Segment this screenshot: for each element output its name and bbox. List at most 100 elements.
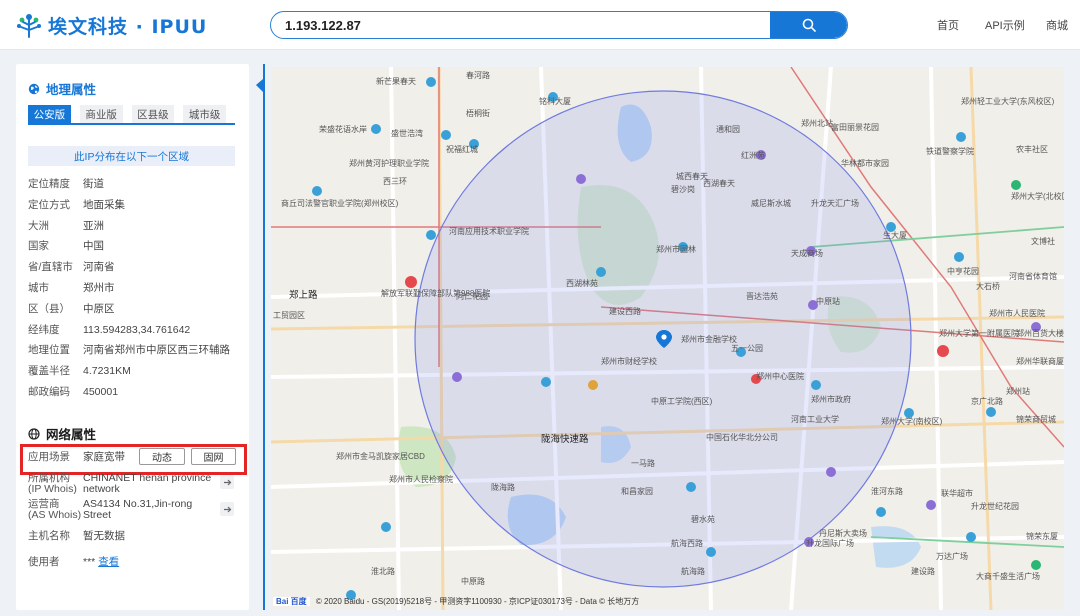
map-label: 荣盛花语水岸 (319, 125, 367, 134)
map-label: 盛世浩湾 (391, 129, 423, 138)
area-distribution-button[interactable]: 此IP分布在以下一个区域 (28, 146, 235, 166)
map-label: 建设西路 (609, 307, 641, 316)
map-label: 万达广场 (936, 552, 968, 561)
map-label: 锦荣东厦 (1026, 532, 1058, 541)
tab-police[interactable]: 公安版 (28, 105, 71, 123)
map-label: 大石桥 (976, 282, 1000, 291)
map-view[interactable]: 新芒果春天 春河路 铭科大厦 郑州北站 郑州轻工业大学(东风校区) 荣盛花语水岸 盛世浩湾 梧… (271, 67, 1064, 610)
nav-mall[interactable]: 商城 (1046, 17, 1068, 33)
geo-row-label: 覆盖半径 (28, 365, 70, 378)
map-label: 碧水苑 (691, 515, 715, 524)
map-label: 航海西路 (671, 539, 703, 548)
geo-row-label: 大洲 (28, 219, 49, 232)
top-bar: 埃文科技 · IPUU 首页 API示例 商城 (0, 0, 1080, 50)
geo-row-label: 邮政编码 (28, 386, 70, 398)
map-label: 郑州大学(南校区) (881, 417, 943, 426)
user-mask: *** (83, 556, 96, 568)
geo-row-label: 城市 (28, 282, 49, 294)
collapse-arrow-icon[interactable] (256, 79, 263, 92)
isp-expand-button[interactable] (220, 502, 234, 516)
map-label: 华林都市家园 (841, 159, 889, 168)
map-label: 陇海路 (491, 483, 515, 492)
host-label: 主机名称 (28, 530, 70, 542)
dynamic-chip[interactable]: 动态 (139, 448, 185, 465)
map-label: 郑州百货大楼 (1016, 329, 1064, 338)
globe-icon (28, 83, 40, 94)
map-label: 威尼斯水城 (751, 199, 791, 208)
geo-row-value: 中原区 (83, 302, 115, 315)
map-label: 大商千盛生活广场 (976, 572, 1040, 581)
map-label: 天成商场 (791, 249, 823, 258)
geo-row-label: 定位方式 (28, 198, 70, 211)
logo-tree-icon (14, 10, 44, 40)
map-label: 郑州市人民医院 (989, 309, 1045, 318)
geo-row-value: 郑州市 (83, 282, 115, 294)
ip-search-input[interactable] (285, 12, 765, 38)
map-label: 京广北路 (971, 397, 1003, 406)
map-label: 和昌家园 (621, 487, 653, 496)
geo-section-title: 地理属性 (28, 79, 96, 98)
map-label: 西湖林苑 (566, 279, 598, 288)
map-label: 建设路 (911, 567, 935, 576)
geo-row-value: 地面采集 (83, 198, 125, 211)
map-label: 中国石化华北分公司 (706, 433, 778, 442)
map-label: 郑州黄河护理职业学院 (349, 159, 429, 168)
map-label: 淮河东路 (871, 487, 903, 496)
view-user-link[interactable]: 查看 (98, 556, 119, 568)
map-label: 工贸园区 (273, 311, 305, 320)
map-label: 祝福红城 (446, 145, 478, 154)
isp-value-line-2: Street (83, 509, 112, 521)
search-box (270, 11, 848, 39)
map-label: 升龙国际广场 (806, 539, 854, 548)
map-label: 铭科大厦 (539, 97, 571, 106)
map-label: 河南工业大学 (791, 415, 839, 424)
map-label: 中原路 (461, 577, 485, 586)
map-label: 生大厦 (883, 231, 907, 240)
map-label: 郑州站 (1006, 387, 1030, 396)
geo-row-label: 国家 (28, 240, 49, 253)
map-label: 西湖春天 (703, 179, 735, 188)
map-label: 航海路 (681, 567, 705, 576)
map-label: 郑州市人民检察院 (389, 475, 453, 484)
map-label: 晋达浩苑 (746, 292, 778, 301)
tab-commercial[interactable]: 商业版 (79, 105, 123, 123)
geo-row-label: 定位精度 (28, 178, 70, 190)
scene-value: 家庭宽带 (83, 451, 125, 463)
map-label: 郑州市园林 (656, 245, 696, 254)
map-label: 郑州大学(北校区) (1011, 192, 1064, 201)
geo-row-value: 113.594283,34.761642 (83, 323, 191, 336)
map-label: 红洲苑 (741, 151, 765, 160)
logo[interactable]: 埃文科技 · IPUU (14, 10, 207, 40)
map-label: 商丘司法警官职业学院(郑州校区) (281, 199, 399, 208)
fixed-network-chip[interactable]: 固网 (191, 448, 236, 465)
user-value: *** 查看 (83, 556, 119, 568)
map-label: 碧沙岗 (671, 185, 695, 194)
map-label: 梧桐街 (466, 109, 490, 118)
tab-city[interactable]: 城市级 (183, 105, 226, 123)
map-label: 富田丽景花园 (831, 123, 879, 132)
nav-api-example[interactable]: API示例 (985, 17, 1025, 33)
panel-splitter[interactable] (256, 64, 266, 610)
geo-row-value: 中国 (83, 240, 104, 253)
map-label: 通和园 (716, 125, 740, 134)
map-label: 丹尼斯大卖场 (819, 529, 867, 538)
map-label: 郑上路 (289, 290, 318, 301)
tab-district[interactable]: 区县级 (131, 105, 175, 123)
geo-row-value: 河南省 (83, 261, 115, 274)
arrow-right-icon (223, 479, 231, 485)
org-expand-button[interactable] (220, 475, 234, 489)
map-label: 新芒果春天 (376, 77, 416, 86)
org-label: 所属机构 (IP Whois) (28, 473, 77, 495)
baidu-logo[interactable]: Bai 百度 (273, 597, 310, 606)
geo-tabs: 公安版 商业版 区县级 城市级 (28, 105, 235, 125)
ip-info-panel: 地理属性 公安版 商业版 区县级 城市级 此IP分布在以下一个区域 定位精度 街道… (16, 64, 249, 610)
scene-label: 应用场景 (28, 451, 70, 463)
org-value: CHINANET henan province network (83, 473, 211, 495)
geo-row-value: 亚洲 (83, 219, 104, 232)
map-label: 郑州中心医院 (756, 372, 804, 381)
geo-row-label: 经纬度 (28, 323, 60, 336)
nav-home[interactable]: 首页 (937, 17, 959, 33)
search-button[interactable] (770, 12, 847, 38)
map-label: 春河路 (466, 71, 490, 80)
search-icon (802, 18, 816, 32)
